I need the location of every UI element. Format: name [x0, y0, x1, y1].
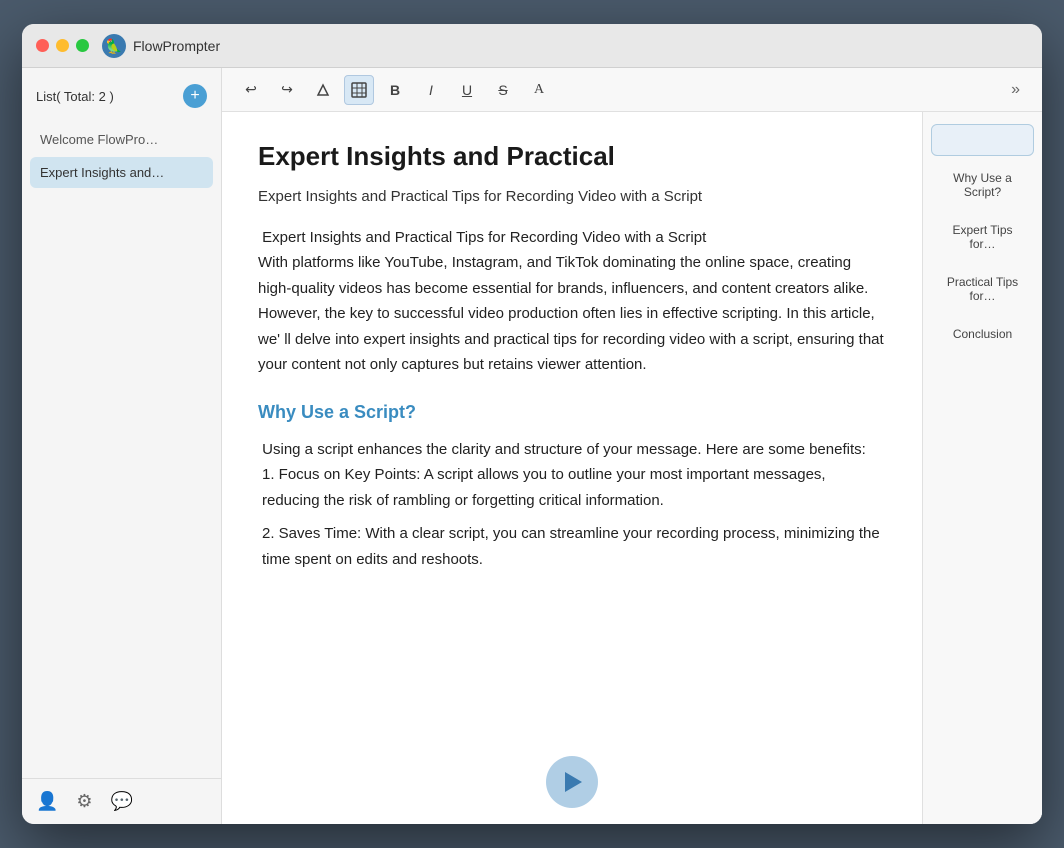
- erase-button[interactable]: [308, 75, 338, 105]
- svg-text:🦜: 🦜: [105, 37, 122, 55]
- play-button-container: [546, 756, 598, 808]
- app-logo-icon: 🦜: [101, 33, 127, 59]
- maximize-button[interactable]: [76, 39, 89, 52]
- italic-button[interactable]: I: [416, 75, 446, 105]
- section1-intro: Using a script enhances the clarity and …: [258, 437, 886, 463]
- settings-icon[interactable]: ⚙: [76, 791, 92, 812]
- add-document-button[interactable]: +: [183, 84, 207, 108]
- document-subtitle: Expert Insights and Practical Tips for R…: [258, 188, 886, 205]
- sidebar-footer: 👤 ⚙ 💬: [22, 778, 221, 824]
- section1-list-item-1: 1. Focus on Key Points: A script allows …: [258, 462, 886, 513]
- table-icon: [351, 82, 367, 98]
- play-button[interactable]: [546, 756, 598, 808]
- font-button[interactable]: A: [524, 75, 554, 105]
- editor-outline-layout: Expert Insights and Practical Expert Ins…: [222, 112, 1042, 824]
- outline-item-expert-tips[interactable]: Expert Tips for…: [931, 214, 1034, 260]
- app-window: 🦜 FlowPrompter List( Total: 2 ) + Welcom…: [22, 24, 1042, 824]
- user-icon[interactable]: 👤: [36, 791, 58, 812]
- erase-icon: [315, 82, 331, 98]
- more-options-button[interactable]: »: [1003, 77, 1028, 103]
- editor-panel[interactable]: Expert Insights and Practical Expert Ins…: [222, 112, 922, 824]
- outline-item-practical-tips[interactable]: Practical Tips for…: [931, 266, 1034, 312]
- app-title: FlowPrompter: [133, 38, 220, 54]
- intro-paragraph: Expert Insights and Practical Tips for R…: [258, 225, 886, 378]
- title-bar: 🦜 FlowPrompter: [22, 24, 1042, 68]
- undo-button[interactable]: ↩: [236, 75, 266, 105]
- content-area: ↩ ↪ B I U: [222, 68, 1042, 824]
- traffic-lights: [36, 39, 89, 52]
- app-icon-area: 🦜 FlowPrompter: [101, 33, 220, 59]
- table-button[interactable]: [344, 75, 374, 105]
- section1-heading: Why Use a Script?: [258, 402, 886, 423]
- main-layout: List( Total: 2 ) + Welcome FlowPro… Expe…: [22, 68, 1042, 824]
- underline-button[interactable]: U: [452, 75, 482, 105]
- sidebar: List( Total: 2 ) + Welcome FlowPro… Expe…: [22, 68, 222, 824]
- toolbar: ↩ ↪ B I U: [222, 68, 1042, 112]
- outline-item-conclusion[interactable]: Conclusion: [931, 318, 1034, 350]
- sidebar-items-list: Welcome FlowPro… Expert Insights and…: [22, 120, 221, 778]
- bold-button[interactable]: B: [380, 75, 410, 105]
- outline-item-top[interactable]: [931, 124, 1034, 156]
- sidebar-item-expert[interactable]: Expert Insights and…: [30, 157, 213, 188]
- help-icon[interactable]: 💬: [111, 791, 133, 812]
- redo-button[interactable]: ↪: [272, 75, 302, 105]
- outline-panel: Why Use a Script? Expert Tips for… Pract…: [922, 112, 1042, 824]
- minimize-button[interactable]: [56, 39, 69, 52]
- strikethrough-button[interactable]: S: [488, 75, 518, 105]
- sidebar-item-welcome[interactable]: Welcome FlowPro…: [30, 124, 213, 155]
- close-button[interactable]: [36, 39, 49, 52]
- section1-list-item-2: 2. Saves Time: With a clear script, you …: [258, 521, 886, 572]
- document-title: Expert Insights and Practical: [258, 140, 886, 174]
- outline-item-why[interactable]: Why Use a Script?: [931, 162, 1034, 208]
- play-triangle-icon: [565, 772, 582, 792]
- section1-body: Using a script enhances the clarity and …: [258, 437, 886, 573]
- sidebar-title: List( Total: 2 ): [36, 89, 114, 104]
- sidebar-header: List( Total: 2 ) +: [22, 68, 221, 120]
